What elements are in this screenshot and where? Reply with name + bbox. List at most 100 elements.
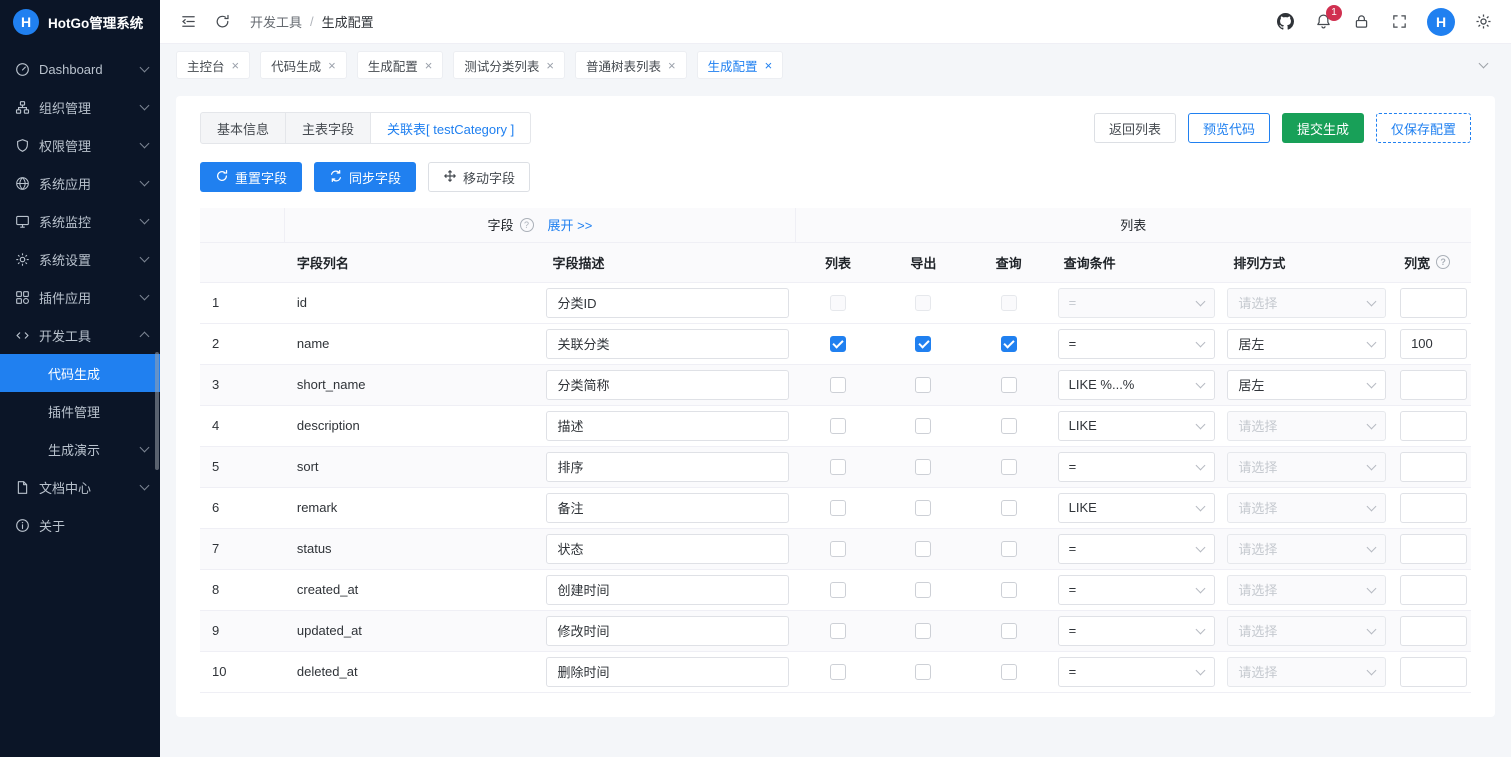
- column-width-input[interactable]: [1400, 493, 1467, 523]
- align-select[interactable]: 请选择: [1227, 534, 1386, 564]
- sidebar-item-permission[interactable]: 权限管理: [0, 126, 160, 164]
- close-icon[interactable]: ×: [546, 59, 554, 72]
- align-select[interactable]: 请选择: [1227, 411, 1386, 441]
- export-checkbox[interactable]: [915, 582, 931, 598]
- field-desc-input[interactable]: [546, 452, 789, 482]
- sidebar-item-plugin-app[interactable]: 插件应用: [0, 278, 160, 316]
- column-width-input[interactable]: [1400, 370, 1467, 400]
- sidebar-item-doc-center[interactable]: 文档中心: [0, 468, 160, 506]
- tab-basic-info[interactable]: 基本信息: [200, 112, 286, 144]
- align-select[interactable]: 居左: [1227, 329, 1386, 359]
- tabs-collapse-button[interactable]: [1471, 53, 1495, 77]
- close-icon[interactable]: ×: [328, 59, 336, 72]
- lock-screen-icon[interactable]: [1351, 12, 1371, 32]
- query-condition-select[interactable]: =: [1058, 616, 1216, 646]
- export-checkbox[interactable]: [915, 336, 931, 352]
- export-checkbox[interactable]: [915, 418, 931, 434]
- export-checkbox[interactable]: [915, 664, 931, 680]
- field-desc-input[interactable]: [546, 329, 789, 359]
- query-checkbox[interactable]: [1001, 295, 1017, 311]
- query-checkbox[interactable]: [1001, 623, 1017, 639]
- export-checkbox[interactable]: [915, 459, 931, 475]
- breadcrumb-current[interactable]: 生成配置: [322, 12, 374, 31]
- export-checkbox[interactable]: [915, 295, 931, 311]
- column-width-input[interactable]: [1400, 657, 1467, 687]
- field-desc-input[interactable]: [546, 657, 789, 687]
- export-checkbox[interactable]: [915, 541, 931, 557]
- field-desc-input[interactable]: [546, 616, 789, 646]
- help-icon[interactable]: ?: [520, 218, 534, 232]
- tab-main-fields[interactable]: 主表字段: [285, 112, 371, 144]
- column-width-input[interactable]: [1400, 534, 1467, 564]
- query-checkbox[interactable]: [1001, 664, 1017, 680]
- align-select[interactable]: 请选择: [1227, 616, 1386, 646]
- align-select[interactable]: 请选择: [1227, 657, 1386, 687]
- sidebar-subitem-code-generation[interactable]: 代码生成: [0, 354, 160, 392]
- list-checkbox[interactable]: [830, 418, 846, 434]
- help-icon[interactable]: ?: [1436, 255, 1450, 269]
- save-config-button[interactable]: 仅保存配置: [1376, 113, 1471, 143]
- query-condition-select[interactable]: =: [1058, 534, 1216, 564]
- sync-fields-button[interactable]: 同步字段: [314, 162, 416, 192]
- open-tab-3[interactable]: 测试分类列表×: [453, 51, 565, 79]
- list-checkbox[interactable]: [830, 377, 846, 393]
- sidebar-item-system-monitor[interactable]: 系统监控: [0, 202, 160, 240]
- export-checkbox[interactable]: [915, 623, 931, 639]
- export-checkbox[interactable]: [915, 500, 931, 516]
- list-checkbox[interactable]: [830, 459, 846, 475]
- user-avatar[interactable]: H: [1427, 8, 1455, 36]
- query-checkbox[interactable]: [1001, 541, 1017, 557]
- list-checkbox[interactable]: [830, 623, 846, 639]
- sidebar-item-about[interactable]: 关于: [0, 506, 160, 544]
- open-tab-2[interactable]: 生成配置×: [357, 51, 444, 79]
- field-desc-input[interactable]: [546, 411, 789, 441]
- column-width-input[interactable]: [1400, 452, 1467, 482]
- query-condition-select[interactable]: =: [1058, 575, 1216, 605]
- field-desc-input[interactable]: [546, 534, 789, 564]
- reset-fields-button[interactable]: 重置字段: [200, 162, 302, 192]
- fullscreen-icon[interactable]: [1389, 12, 1409, 32]
- move-fields-button[interactable]: 移动字段: [428, 162, 530, 192]
- close-icon[interactable]: ×: [232, 59, 240, 72]
- column-width-input[interactable]: [1400, 616, 1467, 646]
- open-tab-5[interactable]: 生成配置×: [697, 51, 784, 79]
- list-checkbox[interactable]: [830, 541, 846, 557]
- query-condition-select[interactable]: =: [1058, 288, 1216, 318]
- query-checkbox[interactable]: [1001, 582, 1017, 598]
- export-checkbox[interactable]: [915, 377, 931, 393]
- field-desc-input[interactable]: [546, 493, 789, 523]
- collapse-menu-icon[interactable]: [178, 12, 198, 32]
- list-checkbox[interactable]: [830, 664, 846, 680]
- align-select[interactable]: 请选择: [1227, 575, 1386, 605]
- close-icon[interactable]: ×: [765, 59, 773, 72]
- refresh-icon[interactable]: [212, 12, 232, 32]
- query-condition-select[interactable]: LIKE: [1058, 411, 1216, 441]
- sidebar-subitem-plugin-management[interactable]: 插件管理: [0, 392, 160, 430]
- sidebar-subitem-generate-demo[interactable]: 生成演示: [0, 430, 160, 468]
- query-condition-select[interactable]: LIKE: [1058, 493, 1216, 523]
- close-icon[interactable]: ×: [425, 59, 433, 72]
- query-condition-select[interactable]: LIKE %...%: [1058, 370, 1216, 400]
- open-tab-4[interactable]: 普通树表列表×: [575, 51, 687, 79]
- sidebar-item-dev-tools[interactable]: 开发工具: [0, 316, 160, 354]
- field-desc-input[interactable]: [546, 575, 789, 605]
- align-select[interactable]: 请选择: [1227, 452, 1386, 482]
- align-select[interactable]: 请选择: [1227, 493, 1386, 523]
- sidebar-item-organization[interactable]: 组织管理: [0, 88, 160, 126]
- query-checkbox[interactable]: [1001, 459, 1017, 475]
- preview-code-button[interactable]: 预览代码: [1188, 113, 1270, 143]
- query-checkbox[interactable]: [1001, 500, 1017, 516]
- align-select[interactable]: 请选择: [1227, 288, 1386, 318]
- github-icon[interactable]: [1275, 12, 1295, 32]
- query-condition-select[interactable]: =: [1058, 657, 1216, 687]
- expand-link[interactable]: 展开 >>: [548, 215, 593, 234]
- list-checkbox[interactable]: [830, 500, 846, 516]
- sidebar-item-system-settings[interactable]: 系统设置: [0, 240, 160, 278]
- notifications-bell-icon[interactable]: 1: [1313, 12, 1333, 32]
- query-condition-select[interactable]: =: [1058, 452, 1216, 482]
- open-tab-0[interactable]: 主控台×: [176, 51, 250, 79]
- align-select[interactable]: 居左: [1227, 370, 1386, 400]
- list-checkbox[interactable]: [830, 582, 846, 598]
- query-checkbox[interactable]: [1001, 377, 1017, 393]
- sidebar-scrollbar-thumb[interactable]: [155, 352, 159, 470]
